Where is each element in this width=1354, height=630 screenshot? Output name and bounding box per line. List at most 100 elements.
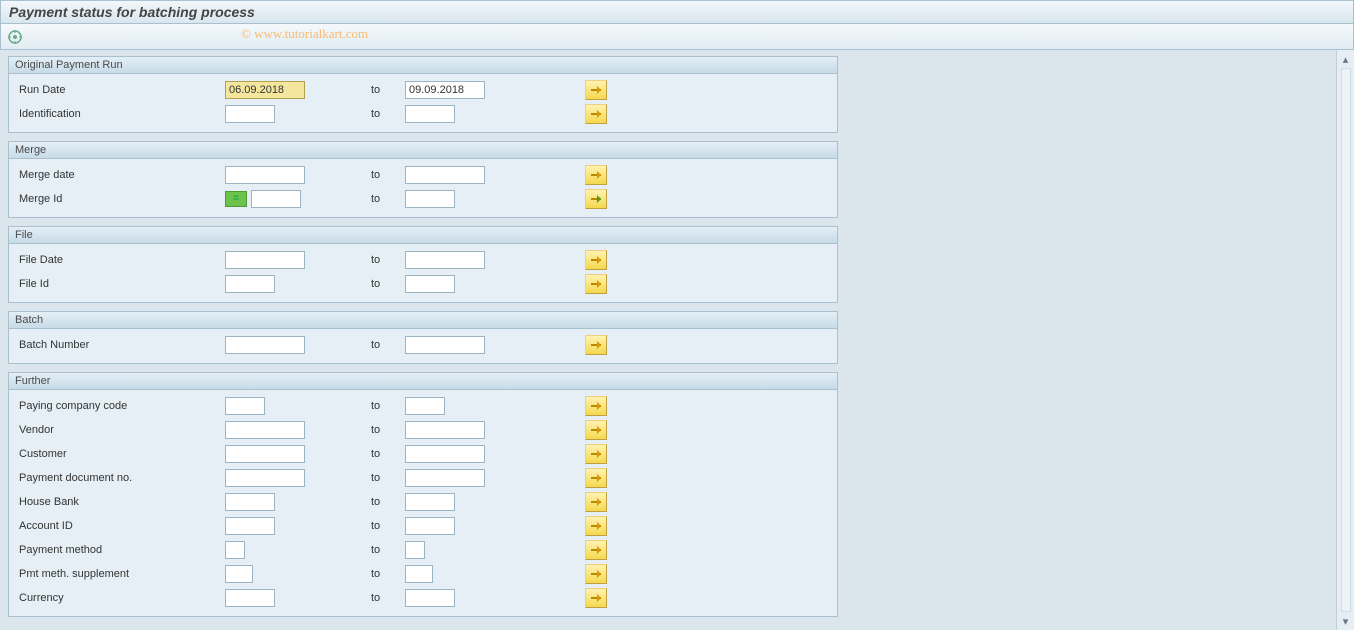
multiselect-button[interactable] bbox=[585, 396, 607, 416]
group-original-payment-run: Original Payment Run Run Date to Identif… bbox=[8, 56, 838, 133]
identification-to[interactable] bbox=[405, 105, 455, 123]
vertical-scrollbar[interactable]: ▴ ▾ bbox=[1336, 50, 1354, 630]
multiselect-button[interactable] bbox=[585, 492, 607, 512]
multiselect-button[interactable] bbox=[585, 588, 607, 608]
payment-method-from[interactable] bbox=[225, 541, 245, 559]
account-id-from[interactable] bbox=[225, 517, 275, 535]
currency-to[interactable] bbox=[405, 589, 455, 607]
scroll-down-icon[interactable]: ▾ bbox=[1339, 614, 1353, 628]
to-label: to bbox=[365, 193, 405, 205]
multiselect-button[interactable] bbox=[585, 274, 607, 294]
vendor-to[interactable] bbox=[405, 421, 485, 439]
label-identification: Identification bbox=[15, 108, 225, 120]
group-header: Further bbox=[9, 373, 837, 390]
payment-method-to[interactable] bbox=[405, 541, 425, 559]
label-batch-number: Batch Number bbox=[15, 339, 225, 351]
house-bank-from[interactable] bbox=[225, 493, 275, 511]
group-further: Further Paying company code to Vendor to… bbox=[8, 372, 838, 617]
row-vendor: Vendor to bbox=[15, 418, 831, 442]
to-label: to bbox=[365, 496, 405, 508]
to-label: to bbox=[365, 339, 405, 351]
to-label: to bbox=[365, 472, 405, 484]
selection-screen: Original Payment Run Run Date to Identif… bbox=[0, 50, 1335, 630]
customer-to[interactable] bbox=[405, 445, 485, 463]
multiselect-button[interactable] bbox=[585, 540, 607, 560]
label-file-id: File Id bbox=[15, 278, 225, 290]
execute-icon[interactable] bbox=[7, 29, 23, 45]
file-date-to[interactable] bbox=[405, 251, 485, 269]
multiselect-button-active[interactable] bbox=[585, 189, 607, 209]
label-paying-cc: Paying company code bbox=[15, 400, 225, 412]
group-header: File bbox=[9, 227, 837, 244]
row-identification: Identification to bbox=[15, 102, 831, 126]
payment-doc-to[interactable] bbox=[405, 469, 485, 487]
multiselect-button[interactable] bbox=[585, 250, 607, 270]
pmt-supp-to[interactable] bbox=[405, 565, 433, 583]
row-house-bank: House Bank to bbox=[15, 490, 831, 514]
row-customer: Customer to bbox=[15, 442, 831, 466]
label-payment-method: Payment method bbox=[15, 544, 225, 556]
vendor-from[interactable] bbox=[225, 421, 305, 439]
scroll-up-icon[interactable]: ▴ bbox=[1339, 52, 1353, 66]
label-customer: Customer bbox=[15, 448, 225, 460]
house-bank-to[interactable] bbox=[405, 493, 455, 511]
to-label: to bbox=[365, 544, 405, 556]
identification-from[interactable] bbox=[225, 105, 275, 123]
row-account-id: Account ID to bbox=[15, 514, 831, 538]
multiselect-button[interactable] bbox=[585, 516, 607, 536]
to-label: to bbox=[365, 520, 405, 532]
to-label: to bbox=[365, 448, 405, 460]
group-batch: Batch Batch Number to bbox=[8, 311, 838, 364]
payment-doc-from[interactable] bbox=[225, 469, 305, 487]
row-merge-id: Merge Id to bbox=[15, 187, 831, 211]
label-account-id: Account ID bbox=[15, 520, 225, 532]
to-label: to bbox=[365, 108, 405, 120]
customer-from[interactable] bbox=[225, 445, 305, 463]
account-id-to[interactable] bbox=[405, 517, 455, 535]
group-header: Original Payment Run bbox=[9, 57, 837, 74]
to-label: to bbox=[365, 254, 405, 266]
to-label: to bbox=[365, 84, 405, 96]
multiselect-button[interactable] bbox=[585, 335, 607, 355]
toolbar: © www.tutorialkart.com bbox=[0, 24, 1354, 50]
batch-number-to[interactable] bbox=[405, 336, 485, 354]
file-date-from[interactable] bbox=[225, 251, 305, 269]
label-merge-date: Merge date bbox=[15, 169, 225, 181]
multiselect-button[interactable] bbox=[585, 420, 607, 440]
group-merge: Merge Merge date to Merge Id to bbox=[8, 141, 838, 218]
row-pmt-supplement: Pmt meth. supplement to bbox=[15, 562, 831, 586]
merge-id-from[interactable] bbox=[251, 190, 301, 208]
run-date-from[interactable] bbox=[225, 81, 305, 99]
label-merge-id: Merge Id bbox=[15, 193, 225, 205]
page-title: Payment status for batching process bbox=[0, 0, 1354, 24]
merge-date-from[interactable] bbox=[225, 166, 305, 184]
multiselect-button[interactable] bbox=[585, 564, 607, 584]
row-payment-method: Payment method to bbox=[15, 538, 831, 562]
paying-cc-to[interactable] bbox=[405, 397, 445, 415]
pmt-supp-from[interactable] bbox=[225, 565, 253, 583]
multiselect-button[interactable] bbox=[585, 444, 607, 464]
row-merge-date: Merge date to bbox=[15, 163, 831, 187]
multiselect-button[interactable] bbox=[585, 165, 607, 185]
watermark-text: © www.tutorialkart.com bbox=[241, 26, 368, 42]
paying-cc-from[interactable] bbox=[225, 397, 265, 415]
currency-from[interactable] bbox=[225, 589, 275, 607]
group-header: Merge bbox=[9, 142, 837, 159]
batch-number-from[interactable] bbox=[225, 336, 305, 354]
to-label: to bbox=[365, 424, 405, 436]
label-run-date: Run Date bbox=[15, 84, 225, 96]
label-file-date: File Date bbox=[15, 254, 225, 266]
group-file: File File Date to File Id to bbox=[8, 226, 838, 303]
row-currency: Currency to bbox=[15, 586, 831, 610]
file-id-to[interactable] bbox=[405, 275, 455, 293]
multiselect-button[interactable] bbox=[585, 80, 607, 100]
equals-indicator-icon[interactable] bbox=[225, 191, 247, 207]
file-id-from[interactable] bbox=[225, 275, 275, 293]
merge-date-to[interactable] bbox=[405, 166, 485, 184]
run-date-to[interactable] bbox=[405, 81, 485, 99]
multiselect-button[interactable] bbox=[585, 104, 607, 124]
multiselect-button[interactable] bbox=[585, 468, 607, 488]
merge-id-to[interactable] bbox=[405, 190, 455, 208]
scroll-track[interactable] bbox=[1341, 68, 1351, 612]
label-currency: Currency bbox=[15, 592, 225, 604]
